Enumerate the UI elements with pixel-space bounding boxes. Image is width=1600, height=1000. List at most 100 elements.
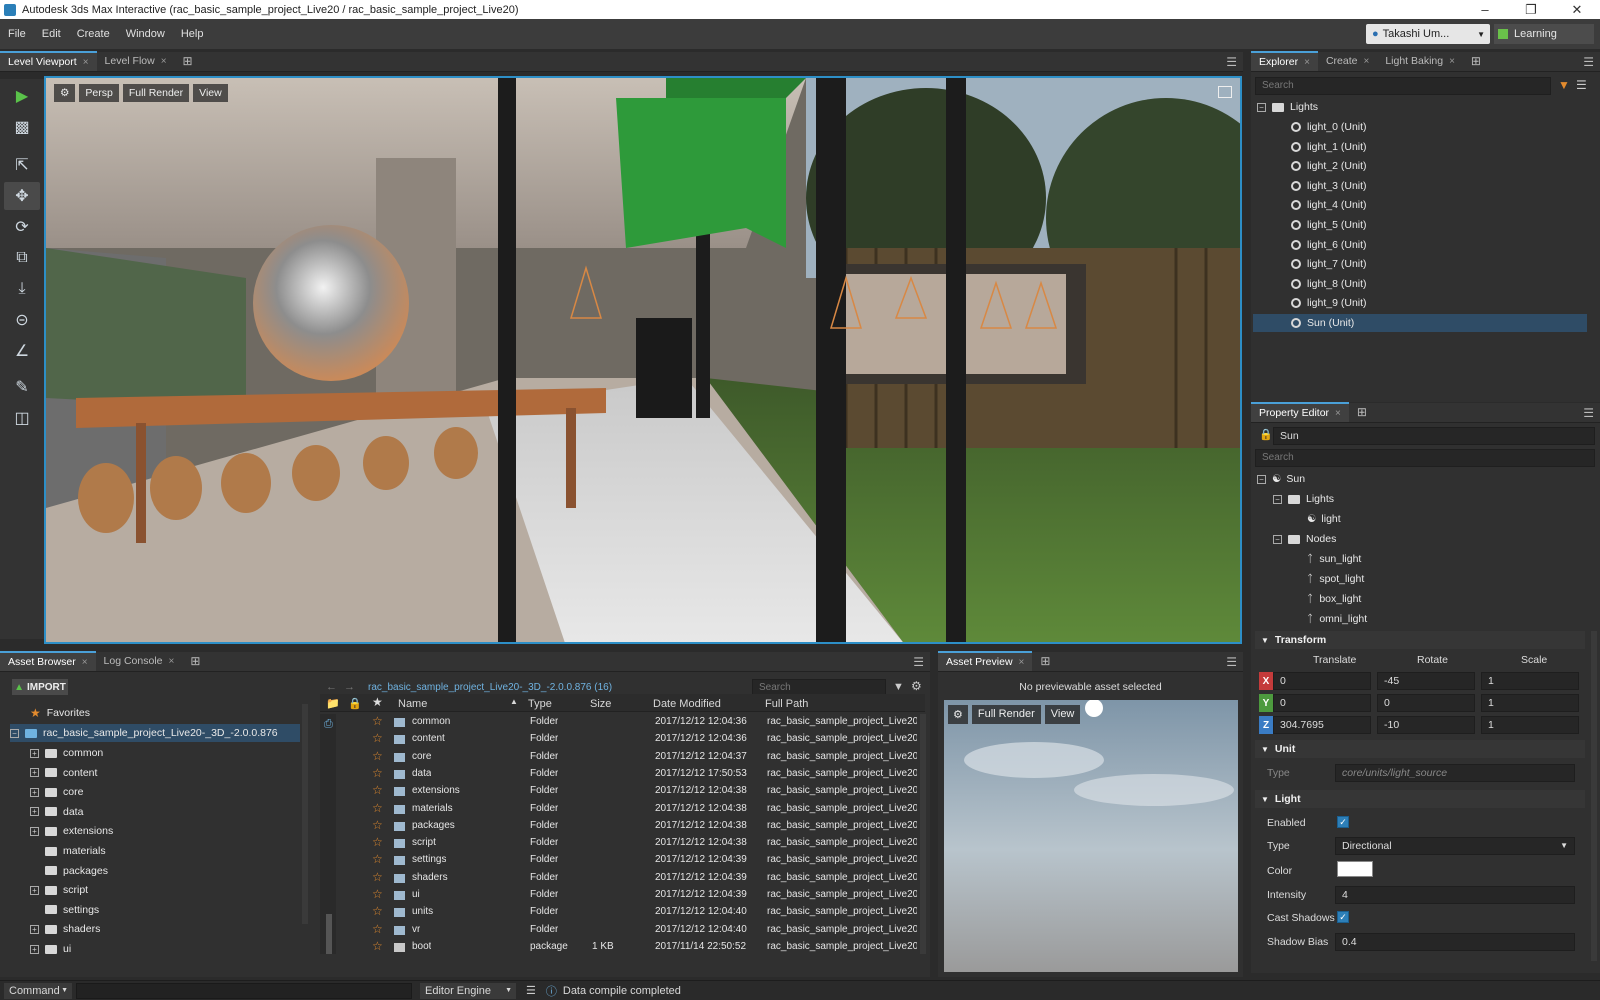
tab-asset-browser[interactable]: Asset Browser × — [0, 651, 96, 671]
tree-folder[interactable]: + ui — [30, 940, 71, 958]
learning-button[interactable]: Learning — [1494, 24, 1594, 44]
tab-explorer[interactable]: Explorer × — [1251, 51, 1318, 71]
column-type[interactable]: Type — [528, 698, 552, 710]
table-row[interactable]: ☆ units Folder 2017/12/12 12:04:40 rac_basic… — [336, 904, 920, 921]
paint-icon[interactable]: ✎ — [4, 373, 40, 401]
tree-folder[interactable]: + core — [30, 783, 83, 801]
rotate-field-x[interactable]: -45 — [1377, 672, 1475, 690]
tree-folder[interactable]: + common — [30, 744, 103, 762]
table-row[interactable]: ☆ settings Folder 2017/12/12 12:04:39 rac_ba… — [336, 852, 920, 869]
tree-item-light[interactable]: ☯ light — [1307, 510, 1341, 528]
star-icon[interactable]: ☆ — [372, 714, 383, 728]
explorer-item[interactable]: Sun (Unit) — [1253, 314, 1587, 332]
table-row[interactable]: ☆ script Folder 2017/12/12 12:04:38 rac_basi… — [336, 835, 920, 852]
table-row[interactable]: ☆ core Folder 2017/12/12 12:04:37 rac_basic_… — [336, 749, 920, 766]
explorer-item[interactable]: light_0 (Unit) — [1253, 118, 1587, 136]
color-swatch[interactable] — [1337, 861, 1373, 877]
tree-folder-lights[interactable]: − Lights — [1273, 490, 1334, 508]
star-icon[interactable]: ☆ — [372, 887, 383, 901]
move-icon[interactable]: ✥ — [4, 182, 40, 210]
log-list-icon[interactable]: ☰ — [526, 984, 536, 997]
close-icon[interactable]: × — [169, 656, 175, 667]
collapse-icon[interactable]: − — [1257, 474, 1266, 484]
star-icon[interactable]: ☆ — [372, 904, 383, 918]
collapse-icon[interactable]: − — [1273, 534, 1282, 544]
table-row[interactable]: ☆ extensions Folder 2017/12/12 12:04:38 rac_… — [336, 783, 920, 800]
filter-icon[interactable]: ▼ — [1558, 78, 1570, 92]
preview-viewport[interactable]: ⚙ Full Render View — [944, 700, 1238, 972]
explorer-item[interactable]: light_7 (Unit) — [1253, 255, 1587, 273]
column-size[interactable]: Size — [590, 698, 611, 710]
add-tab-icon[interactable]: ⊞ — [1467, 53, 1485, 69]
tree-folder[interactable]: + extensions — [30, 822, 113, 840]
current-path[interactable]: rac_basic_sample_project_Live20-_3D_-2.0… — [368, 682, 612, 693]
level-viewport[interactable]: ⚙ Persp Full Render View — [44, 76, 1242, 644]
engine-dropdown[interactable]: Editor Engine ▼ — [420, 982, 516, 999]
close-icon[interactable]: × — [82, 657, 88, 668]
explorer-item[interactable]: light_1 (Unit) — [1253, 138, 1587, 156]
tree-item-node[interactable]: ᛏ spot_light — [1307, 570, 1364, 588]
section-transform[interactable]: ▼ Transform — [1255, 631, 1585, 649]
command-input[interactable] — [76, 982, 412, 999]
tab-create[interactable]: Create × — [1318, 51, 1377, 71]
collapse-icon[interactable]: − — [1273, 494, 1282, 504]
import-asset-icon[interactable]: ⎙ — [324, 718, 333, 731]
enabled-checkbox[interactable]: ✓ — [1337, 816, 1349, 828]
explorer-item[interactable]: light_9 (Unit) — [1253, 294, 1587, 312]
panel-menu-icon[interactable]: ☰ — [1583, 55, 1594, 69]
close-icon[interactable]: × — [1304, 57, 1310, 68]
collapse-icon[interactable]: − — [1257, 102, 1266, 112]
hierarchy-icon[interactable]: ☰ — [1576, 78, 1587, 92]
tab-property-editor[interactable]: Property Editor × — [1251, 402, 1349, 422]
tab-asset-preview[interactable]: Asset Preview × — [938, 651, 1033, 671]
panel-menu-icon[interactable]: ☰ — [913, 655, 924, 669]
menu-help[interactable]: Help — [173, 28, 212, 40]
explorer-item[interactable]: light_6 (Unit) — [1253, 236, 1587, 254]
table-row[interactable]: ☆ common Folder 2017/12/12 12:04:36 rac_basi… — [336, 714, 920, 731]
expand-icon[interactable]: + — [30, 748, 39, 758]
tree-folder[interactable]: +materials — [30, 842, 106, 860]
snap-to-ground-icon[interactable]: ⤓ — [4, 275, 40, 303]
minimize-button[interactable]: – — [1462, 0, 1508, 19]
menu-file[interactable]: File — [0, 28, 34, 40]
tree-folder[interactable]: +packages — [30, 862, 108, 880]
tree-item-node[interactable]: ᛏ omni_light — [1307, 610, 1367, 628]
tree-folder[interactable]: + data — [30, 803, 83, 821]
add-tab-icon[interactable]: ⊞ — [1353, 404, 1371, 420]
intensity-field[interactable]: 4 — [1335, 886, 1575, 904]
table-row[interactable]: ☆ ui Folder 2017/12/12 12:04:39 rac_basic_sa… — [336, 887, 920, 904]
expand-icon[interactable]: + — [30, 924, 39, 934]
add-tab-icon[interactable]: ⊞ — [179, 53, 197, 69]
expand-icon[interactable]: + — [30, 787, 39, 797]
tab-level-flow[interactable]: Level Flow × — [97, 51, 175, 71]
user-account-dropdown[interactable]: ● Takashi Um... ▼ — [1366, 24, 1490, 44]
star-icon[interactable]: ☆ — [372, 749, 383, 763]
tree-folder[interactable]: + content — [30, 764, 97, 782]
panel-menu-icon[interactable]: ☰ — [1226, 55, 1237, 69]
tree-root-project[interactable]: − rac_basic_sample_project_Live20-_3D_-2… — [10, 724, 300, 742]
tab-log-console[interactable]: Log Console × — [96, 651, 183, 671]
rotate-field-y[interactable]: 0 — [1377, 694, 1475, 712]
scale-field-z[interactable]: 1 — [1481, 716, 1579, 734]
star-icon[interactable]: ☆ — [372, 731, 383, 745]
star-icon[interactable]: ☆ — [372, 783, 383, 797]
expand-icon[interactable]: + — [30, 826, 39, 836]
scrollbar[interactable] — [1591, 631, 1597, 961]
tree-folder-nodes[interactable]: − Nodes — [1273, 530, 1336, 548]
layers-icon[interactable]: ◫ — [4, 404, 40, 432]
expand-icon[interactable]: + — [30, 807, 39, 817]
star-icon[interactable]: ☆ — [372, 818, 383, 832]
close-icon[interactable]: × — [1335, 408, 1341, 419]
back-arrow-icon[interactable]: ← — [326, 681, 337, 693]
gear-icon[interactable]: ⚙ — [54, 84, 76, 102]
explorer-item[interactable]: light_2 (Unit) — [1253, 157, 1587, 175]
tree-folder[interactable]: + shaders — [30, 920, 100, 938]
import-button[interactable]: ▲ IMPORT — [12, 679, 68, 695]
column-name[interactable]: Name — [398, 698, 427, 710]
add-tab-icon[interactable]: ⊞ — [186, 653, 204, 669]
tree-folder[interactable]: + script — [30, 881, 88, 899]
filter-icon[interactable]: ▼ — [893, 681, 904, 693]
translate-field-z[interactable]: 304.7695 — [1273, 716, 1371, 734]
expand-icon[interactable]: + — [30, 768, 39, 778]
view-button[interactable]: View — [1044, 705, 1081, 724]
